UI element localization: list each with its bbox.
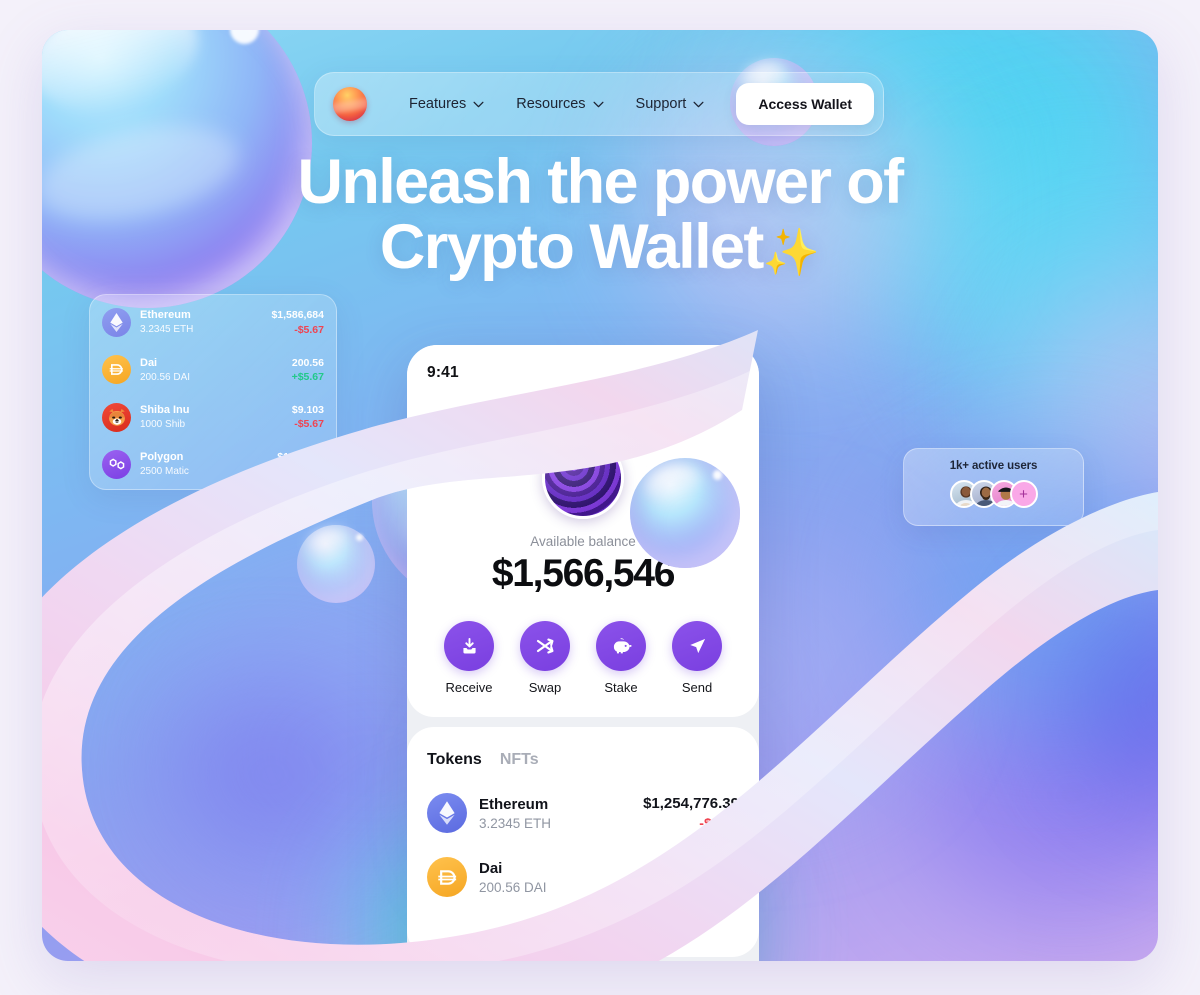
- status-time: 9:41: [427, 364, 459, 381]
- background-blob: [922, 670, 1158, 920]
- token-name: Polygon: [140, 451, 184, 464]
- headline-line-1: Unleash the power of: [297, 147, 904, 217]
- download-tray-icon: [444, 621, 494, 671]
- battery-icon: [714, 367, 739, 379]
- dai-icon: [102, 355, 131, 385]
- token-amount: 2500 Matic: [140, 466, 189, 478]
- holding-value: $1,254,776.39: [643, 795, 739, 812]
- tab-tokens[interactable]: Tokens: [427, 751, 482, 769]
- token-value: 200.56: [291, 356, 324, 369]
- holding-amount: 3.2345 ETH: [479, 815, 552, 831]
- chevron-down-icon: [593, 101, 604, 107]
- action-stake[interactable]: Stake: [585, 621, 657, 695]
- holding-row[interactable]: Ethereum 3.2345 ETH $1,254,776.39 -$5.67: [427, 793, 739, 833]
- token-name: Shiba Inu: [140, 403, 190, 416]
- active-users-badge: 1k+ active users +: [903, 448, 1084, 526]
- token-amount: 1000 Shib: [140, 418, 186, 430]
- holdings-tabs: Tokens NFTs: [427, 751, 739, 769]
- action-label: Send: [681, 680, 713, 695]
- dai-icon: [427, 857, 467, 897]
- balance-amount: $1,566,546: [491, 552, 676, 595]
- token-change: -$5.67: [294, 323, 324, 336]
- token-change: -$5.67: [294, 418, 324, 431]
- ethereum-icon: [427, 793, 467, 833]
- page-stage: Features Resources Support Access Wallet…: [0, 0, 1200, 995]
- nav-links: Features Resources Support: [409, 96, 704, 112]
- swap-arrows-icon: [520, 621, 570, 671]
- chevron-down-icon: [473, 101, 484, 107]
- token-name: Dai: [140, 356, 158, 369]
- action-label: Swap: [528, 680, 562, 695]
- holding-name: Ethereum: [479, 795, 549, 813]
- nav-item-features[interactable]: Features: [409, 96, 484, 112]
- holding-row[interactable]: Dai 200.56 DAI 200.56 +$5.67: [427, 857, 739, 897]
- avatar-group: +: [904, 480, 1083, 508]
- action-send[interactable]: Send: [661, 621, 733, 695]
- quick-actions: Receive Swap Stake Send: [433, 621, 733, 695]
- paper-plane-icon: [672, 621, 722, 671]
- action-receive[interactable]: Receive: [433, 621, 505, 695]
- decorative-bubble: [297, 525, 375, 603]
- token-amount: 200.56 DAI: [140, 371, 191, 383]
- token-change: +$5.67: [291, 370, 324, 383]
- holding-value: 200.56: [693, 859, 739, 876]
- piggy-bank-icon: [596, 621, 646, 671]
- shiba-icon: [102, 402, 131, 432]
- token-row[interactable]: Polygon 2500 Matic $1,738.25 -$5.67: [102, 449, 324, 479]
- nav-item-label: Features: [409, 96, 467, 112]
- holding-name: Dai: [479, 859, 503, 877]
- balance-label: Available balance: [530, 534, 636, 549]
- background-blob: [1062, 590, 1158, 810]
- wifi-icon: [693, 367, 709, 379]
- chevron-down-icon: [693, 101, 704, 107]
- hero-card: Features Resources Support Access Wallet…: [42, 30, 1158, 961]
- holding-change: +$5.67: [695, 879, 739, 895]
- token-row[interactable]: Shiba Inu 1000 Shib $9.103 -$5.67: [102, 402, 324, 432]
- active-users-label: 1k+ active users: [949, 460, 1038, 472]
- token-value: $9.103: [291, 403, 324, 416]
- nav-item-label: Resources: [516, 96, 586, 112]
- holdings-card: Tokens NFTs Ethereum 3.2345 ETH $1,254,7…: [407, 727, 759, 957]
- token-name: Ethereum: [140, 309, 191, 322]
- polygon-icon: [102, 449, 131, 479]
- action-label: Receive: [445, 680, 493, 695]
- account-name: DennisObaro.eth: [516, 404, 630, 421]
- nft-avatar[interactable]: [542, 437, 624, 519]
- token-change: -$5.67: [294, 465, 324, 478]
- action-swap[interactable]: Swap: [509, 621, 581, 695]
- background-blob: [162, 690, 382, 860]
- nav-item-resources[interactable]: Resources: [516, 96, 604, 112]
- phone-status-bar: 9:41: [427, 363, 739, 383]
- sparkles-icon: ✨: [762, 225, 821, 278]
- tab-nfts[interactable]: NFTs: [500, 751, 539, 769]
- token-value: $1,738.25: [277, 451, 324, 464]
- nav-item-support[interactable]: Support: [636, 96, 705, 112]
- phone-mockup: 9:41 DennisObaro.eth Available balance $…: [407, 345, 759, 961]
- page-title: Unleash the power of Crypto Wallet✨: [267, 150, 933, 280]
- headline-line-2: Crypto Wallet✨: [379, 211, 821, 282]
- background-blob: [922, 150, 1158, 450]
- token-row[interactable]: Dai 200.56 DAI 200.56 +$5.67: [102, 355, 324, 385]
- wallet-overview-card: 9:41 DennisObaro.eth Available balance $…: [407, 345, 759, 717]
- chevron-down-icon: [636, 409, 650, 416]
- sphere-logo-icon[interactable]: [333, 87, 367, 121]
- nav-item-label: Support: [635, 96, 687, 112]
- access-wallet-button[interactable]: Access Wallet: [736, 83, 874, 125]
- add-user-button[interactable]: +: [1009, 480, 1038, 508]
- action-label: Stake: [604, 680, 638, 695]
- token-list-card: Ethereum 3.2345 ETH $1,586,684 -$5.67 Da…: [89, 294, 337, 490]
- account-selector[interactable]: DennisObaro.eth: [427, 404, 739, 421]
- cellular-signal-icon: [671, 367, 687, 379]
- ethereum-icon: [102, 308, 131, 337]
- token-amount: 3.2345 ETH: [140, 324, 194, 336]
- token-value: $1,586,684: [271, 309, 324, 322]
- navigation-bar: Features Resources Support Access Wallet: [314, 72, 884, 136]
- token-row[interactable]: Ethereum 3.2345 ETH $1,586,684 -$5.67: [102, 308, 324, 337]
- holding-change: -$5.67: [699, 815, 739, 831]
- holding-amount: 200.56 DAI: [479, 879, 547, 895]
